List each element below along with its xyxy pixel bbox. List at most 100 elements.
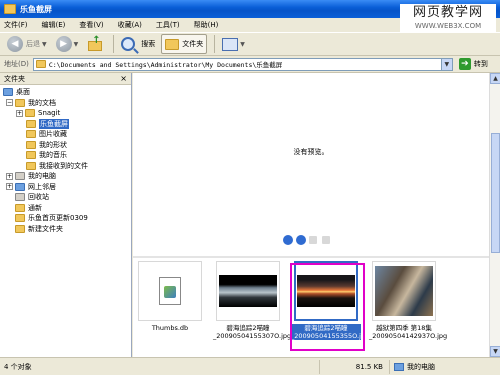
folder-icon	[15, 203, 25, 212]
thumbnail-filename-suffix: _20090504155307O.jpg	[213, 332, 292, 340]
tree-item-label: 我的形状	[39, 140, 67, 149]
address-bar: 地址(D) C:\Documents and Settings\Administ…	[0, 56, 500, 73]
chevron-down-icon: ▼	[73, 40, 79, 48]
go-arrow-icon[interactable]: ➔	[458, 58, 471, 70]
tree-item-my-computer[interactable]: + 我的电脑	[0, 171, 131, 182]
folder-tree: 桌面 − 我的文档 + Snagit 乐鱼截屏 图片收藏 我的形状 我的音乐 我…	[0, 85, 131, 234]
folder-pane-title: 文件夹	[4, 74, 25, 83]
tree-item-label: 通新	[28, 203, 42, 212]
folder-icon	[35, 60, 46, 68]
tree-item-new-folder[interactable]: 新建文件夹	[0, 224, 131, 235]
tree-item-pictures[interactable]: 图片收藏	[0, 129, 131, 140]
tree-item-desktop[interactable]: 桌面	[0, 87, 131, 98]
tree-item-label: 我的音乐	[39, 151, 67, 160]
menu-bar: 文件(F) 编辑(E) 查看(V) 收藏(A) 工具(T) 帮助(H)	[0, 18, 400, 32]
menu-favorites[interactable]: 收藏(A)	[118, 20, 142, 30]
thumbnail-filename: Thumbs.db	[151, 324, 189, 332]
expand-icon[interactable]: +	[6, 172, 13, 180]
up-folder-button[interactable]: ↑	[84, 34, 106, 54]
back-button[interactable]: ◀ 后退 ▼	[4, 34, 50, 54]
toolbar: ◀ 后退 ▼ ▶ ▼ ↑ 搜索 文件夹 ▼	[0, 32, 500, 56]
expand-icon[interactable]: +	[6, 183, 13, 191]
folder-icon	[26, 140, 36, 149]
folder-icon	[15, 214, 25, 223]
views-button[interactable]: ▼	[219, 34, 248, 54]
recycle-bin-icon	[15, 193, 25, 202]
status-location-label: 我的电脑	[407, 362, 435, 371]
tree-item-my-documents[interactable]: − 我的文档	[0, 98, 131, 109]
tree-item-snagit[interactable]: + Snagit	[0, 108, 131, 119]
toolbar-separator	[214, 35, 216, 53]
tree-item-received-files[interactable]: 我接收到的文件	[0, 161, 131, 172]
close-icon[interactable]: ×	[120, 74, 127, 83]
collapse-icon[interactable]: −	[6, 99, 13, 107]
watermark-line1: 网页教学网	[412, 5, 483, 20]
toolbar-separator	[113, 35, 115, 53]
menu-file[interactable]: 文件(F)	[4, 20, 28, 30]
folder-pane-header: 文件夹 ×	[0, 73, 131, 85]
folders-label: 文件夹	[182, 40, 204, 48]
address-input[interactable]: C:\Documents and Settings\Administrator\…	[32, 57, 453, 71]
tree-item-label: 图片收藏	[39, 130, 67, 139]
thumbnail-item[interactable]: Thumbs.db	[135, 261, 205, 332]
menu-edit[interactable]: 编辑(E)	[42, 20, 66, 30]
folder-icon	[4, 4, 16, 14]
go-button[interactable]: 转到	[474, 59, 488, 69]
expand-icon[interactable]: +	[16, 109, 23, 117]
status-bar: 4 个对象 81.5 KB 我的电脑	[0, 357, 500, 375]
tree-item-network[interactable]: + 网上邻居	[0, 182, 131, 193]
scrollbar-thumb[interactable]	[491, 133, 500, 253]
address-label: 地址(D)	[4, 60, 29, 68]
watermark-line2: WWW.WEB3X.COM	[414, 22, 482, 30]
tree-item-homepage-update[interactable]: 乐鱼首页更新0309	[0, 213, 131, 224]
tree-item-label: 网上邻居	[28, 182, 56, 191]
filmstrip-splitter[interactable]	[133, 256, 489, 258]
address-dropdown-button[interactable]: ▼	[440, 58, 452, 70]
thumbnail-frame	[138, 261, 202, 321]
tree-item-recycle-bin[interactable]: 回收站	[0, 192, 131, 203]
chevron-down-icon: ▼	[42, 40, 47, 48]
tree-item-label: 我的电脑	[28, 172, 56, 181]
thumbnail-item[interactable]: 越狱第四季 第18集 _20090504142937O.jpg	[369, 261, 448, 340]
chevron-down-icon: ▼	[240, 40, 245, 48]
views-icon	[222, 37, 239, 51]
tree-item-label: 乐鱼首页更新0309	[28, 214, 88, 223]
scroll-down-icon[interactable]: ▼	[490, 346, 500, 357]
tree-item-label: 我的文档	[28, 98, 56, 107]
thumbnail-frame	[372, 261, 436, 321]
status-location: 我的电脑	[390, 360, 500, 374]
vertical-scrollbar[interactable]: ▲ ▼	[489, 73, 500, 357]
status-size: 81.5 KB	[320, 359, 390, 374]
tree-item-my-shapes[interactable]: 我的形状	[0, 140, 131, 151]
highlight-annotation	[290, 263, 365, 351]
folders-button[interactable]: 文件夹	[161, 34, 208, 54]
file-icon	[159, 277, 181, 305]
forward-arrow-icon: ▶	[55, 36, 72, 52]
search-button[interactable]: 搜索	[118, 34, 158, 54]
next-image-icon[interactable]	[296, 235, 306, 245]
tree-item-tongxin[interactable]: 通新	[0, 203, 131, 214]
previous-image-icon[interactable]	[283, 235, 293, 245]
search-icon	[121, 37, 136, 51]
back-arrow-icon: ◀	[7, 36, 23, 52]
tree-item-leyu-screenshots[interactable]: 乐鱼截屏	[0, 118, 131, 130]
scroll-up-icon[interactable]: ▲	[490, 73, 500, 84]
tree-item-label: Snagit	[38, 109, 61, 118]
rotate-right-icon[interactable]	[322, 236, 330, 244]
preview-area: 没有预览。	[133, 73, 489, 251]
folder-open-icon	[26, 119, 36, 128]
rotate-left-icon[interactable]	[309, 236, 317, 244]
menu-help[interactable]: 帮助(H)	[194, 20, 219, 30]
tree-item-label: 桌面	[16, 88, 30, 97]
forward-button[interactable]: ▶ ▼	[53, 34, 82, 54]
thumbnail-item[interactable]: 碧海追踪2喵瞳 _20090504155307O.jpg	[213, 261, 292, 340]
tree-item-my-music[interactable]: 我的音乐	[0, 150, 131, 161]
folder-pane: 文件夹 × 桌面 − 我的文档 + Snagit 乐鱼截屏 图片收藏 我的形状	[0, 73, 132, 357]
folder-icon	[26, 161, 36, 170]
address-value: C:\Documents and Settings\Administrator\…	[48, 61, 283, 69]
menu-view[interactable]: 查看(V)	[79, 20, 103, 30]
menu-tools[interactable]: 工具(T)	[156, 20, 180, 30]
thumbnail-filename-suffix: _20090504142937O.jpg	[369, 332, 448, 340]
window-title: 乐鱼截屏	[20, 4, 52, 14]
status-object-count: 4 个对象	[0, 359, 320, 374]
